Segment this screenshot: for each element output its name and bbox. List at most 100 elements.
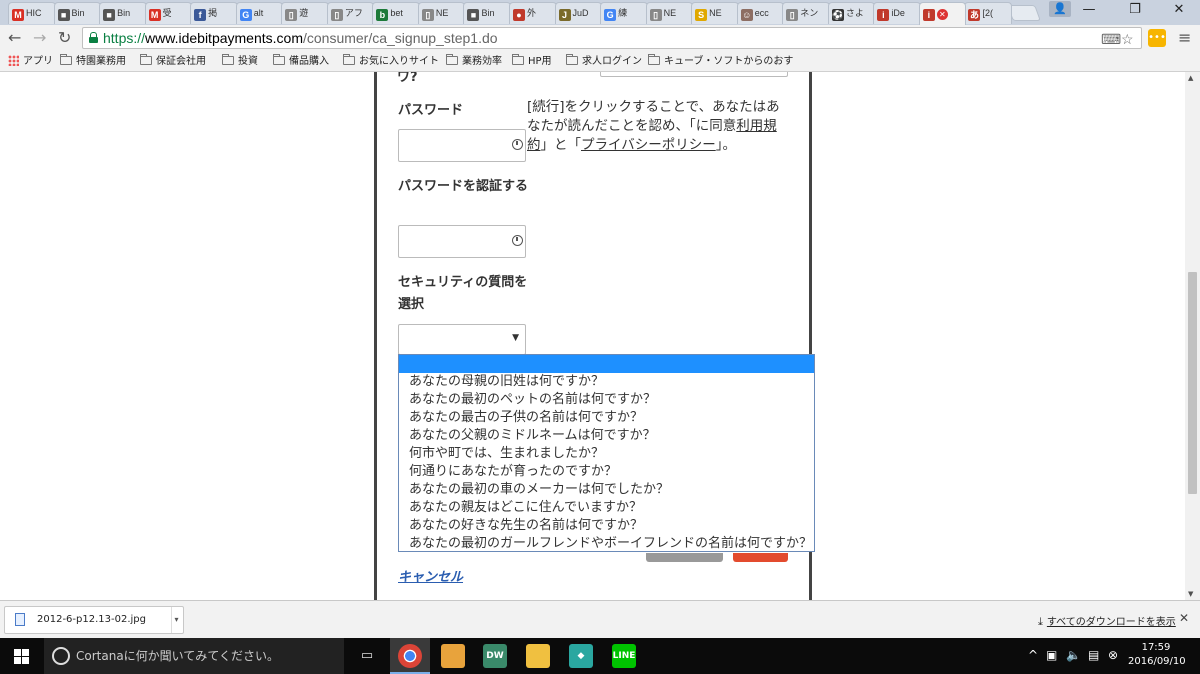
browser-tab[interactable]: ■ Bin	[463, 2, 511, 24]
tab-label: JuD	[572, 8, 589, 18]
browser-tab[interactable]: ■ Bin	[53, 2, 102, 24]
chevron-down-icon[interactable]: ▾	[171, 607, 181, 633]
bookmark-item[interactable]: 業務効率	[446, 54, 502, 69]
close-window-button[interactable]: ✕	[1156, 0, 1200, 22]
windows-taskbar: Cortanaに何か聞いてみてください。 ▭ DW ◆ LINE ^ ▣ 🔈 ▤…	[0, 638, 1200, 674]
browser-tab[interactable]: ▯ ネン	[782, 2, 830, 24]
address-bar[interactable]: https://www.idebitpayments.com/consumer/…	[82, 27, 1142, 49]
bookmark-item[interactable]: 求人ログイン	[566, 54, 642, 69]
browser-tab[interactable]: ⚽ さよ	[827, 2, 876, 24]
clock-time: 17:59	[1141, 642, 1171, 653]
page-scrollbar[interactable]: ▲ ▼	[1185, 72, 1200, 600]
dropdown-option[interactable]: 何通りにあなたが育ったのですか？	[399, 463, 814, 481]
browser-tab[interactable]: あ [2(	[964, 2, 1012, 24]
bookmark-item[interactable]: HP用	[512, 54, 552, 69]
dropdown-option[interactable]: あなたの最初の車のメーカーは何でしたか？	[399, 481, 814, 499]
bookmark-item[interactable]: 保証会社用	[140, 54, 206, 69]
browser-tab[interactable]: i iDe	[873, 2, 921, 24]
scroll-up-icon[interactable]: ▲	[1188, 74, 1193, 82]
close-tab-icon[interactable]: ✕	[936, 9, 948, 20]
scrollbar-thumb[interactable]	[1188, 272, 1197, 494]
dropdown-option[interactable]: あなたの好きな先生の名前は何ですか？	[399, 517, 814, 535]
network-icon[interactable]: ▣	[1046, 648, 1057, 662]
browser-tab[interactable]: ▯ 遊	[281, 2, 329, 24]
browser-tab[interactable]: G練	[600, 2, 648, 24]
tab-label: 受	[162, 8, 172, 18]
close-circle-icon[interactable]: ⊗	[1108, 648, 1118, 662]
notification-icon[interactable]: ▤	[1088, 648, 1099, 662]
dreamweaver-icon[interactable]: DW	[483, 644, 507, 668]
security-question-dropdown[interactable]: あなたの母親の旧姓は何ですか？ あなたの最初のペットの名前は何ですか？ あなたの最古…	[398, 354, 815, 552]
folder-icon	[140, 54, 152, 65]
browser-tab[interactable]: ☺ ecc	[736, 2, 785, 24]
bookmark-item[interactable]: キューブ・ソフトからのおす	[648, 54, 793, 69]
security-question-select[interactable]: ▼	[398, 324, 526, 355]
dropdown-option[interactable]: あなたの最初のガールフレンドやボーイフレンドの名前は何ですか？	[399, 535, 814, 553]
close-icon[interactable]: ✕	[1179, 611, 1189, 625]
dropdown-option[interactable]: 何市や町では、生まれましたか？	[399, 445, 814, 463]
browser-tab[interactable]: b bet	[372, 2, 420, 24]
show-all-downloads-link[interactable]: ⤓ すべてのダウンロードを表示	[1038, 613, 1176, 629]
browser-tab[interactable]: ■ Bin	[99, 2, 147, 24]
app-icon[interactable]	[441, 644, 465, 668]
menu-icon[interactable]: ≡	[1178, 28, 1191, 47]
new-tab-button[interactable]	[1007, 5, 1041, 21]
scroll-down-icon[interactable]: ▼	[1188, 590, 1193, 598]
cube-app-icon[interactable]: ◆	[569, 644, 593, 668]
bookmark-item[interactable]: アプリ	[8, 55, 53, 69]
chrome-icon[interactable]	[398, 644, 422, 668]
password-input[interactable]	[398, 129, 526, 162]
browser-tab[interactable]: f掲	[190, 2, 238, 24]
dropdown-option[interactable]: あなたの最古の子供の名前は何ですか？	[399, 409, 814, 427]
tray-chevron-icon[interactable]: ^	[1028, 648, 1038, 662]
dropdown-option[interactable]: あなたの最初のペットの名前は何ですか？	[399, 391, 814, 409]
cancel-link[interactable]: キャンセル	[398, 566, 463, 585]
confirm-password-input[interactable]	[398, 225, 526, 258]
browser-tab[interactable]: i ✕	[918, 2, 967, 25]
browser-tab[interactable]: ▯ NE	[417, 2, 466, 24]
translate-icon[interactable]: ⌨	[1101, 29, 1121, 49]
reload-icon[interactable]: ↻	[58, 28, 71, 48]
cortana-placeholder: Cortanaに何か聞いてみてください。	[76, 649, 279, 663]
bookmark-item[interactable]: 備品購入	[273, 54, 329, 69]
bookmark-star-icon[interactable]: ☆	[1121, 29, 1134, 49]
privacy-policy-link[interactable]: プライバシーポリシー	[581, 137, 716, 153]
binary-icon: ■	[103, 9, 116, 21]
confirm-password-key-icon	[512, 235, 523, 246]
browser-tab[interactable]: ▯ アフ	[326, 2, 375, 24]
download-item[interactable]: 2012-6-p12.13-02.jpg ▾	[4, 606, 184, 634]
task-view-icon[interactable]: ▭	[355, 644, 379, 668]
browser-tab[interactable]: S NE	[691, 2, 739, 24]
dropdown-option[interactable]: あなたの親友はどこに住んでいますか？	[399, 499, 814, 517]
browser-tab[interactable]: Galt	[235, 2, 284, 24]
bet365-icon: b	[376, 9, 389, 21]
bookmark-item[interactable]: 特園業務用	[60, 54, 126, 69]
line-icon[interactable]: LINE	[612, 644, 636, 668]
back-button[interactable]	[646, 553, 723, 562]
extension-icon[interactable]: •••	[1148, 29, 1166, 47]
forward-arrow-icon[interactable]: →	[33, 28, 46, 48]
dropdown-option[interactable]: あなたの母親の旧姓は何ですか？	[399, 373, 814, 391]
browser-tab[interactable]: ● 外	[509, 2, 557, 24]
file-explorer-icon[interactable]	[526, 644, 550, 668]
browser-tab[interactable]: M HIC	[8, 2, 56, 24]
browser-tab[interactable]: ▯ NE	[645, 2, 694, 24]
username-field[interactable]	[600, 72, 788, 77]
tab-label: ecc	[754, 8, 769, 18]
continue-button[interactable]	[733, 553, 788, 562]
browser-tab[interactable]: M受	[144, 2, 193, 24]
minimize-button[interactable]: —	[1066, 0, 1112, 22]
cortana-search-box[interactable]: Cortanaに何か聞いてみてください。	[44, 638, 344, 674]
bookmark-item[interactable]: お気に入りサイト	[343, 54, 439, 69]
browser-tab[interactable]: J JuD	[554, 2, 603, 24]
windows-start-icon[interactable]	[14, 649, 29, 664]
tab-label: 外	[527, 8, 537, 18]
clock[interactable]: 17:59 2016/09/10	[1128, 641, 1186, 669]
tab-label: ネン	[800, 8, 819, 18]
back-arrow-icon[interactable]: ←	[8, 28, 21, 48]
dropdown-option[interactable]: あなたの父親のミドルネームは何ですか？	[399, 427, 814, 445]
volume-icon[interactable]: 🔈	[1066, 648, 1081, 662]
bookmark-item[interactable]: 投資	[222, 54, 258, 69]
dropdown-option[interactable]	[399, 355, 814, 373]
restore-button[interactable]: ❐	[1112, 0, 1158, 22]
